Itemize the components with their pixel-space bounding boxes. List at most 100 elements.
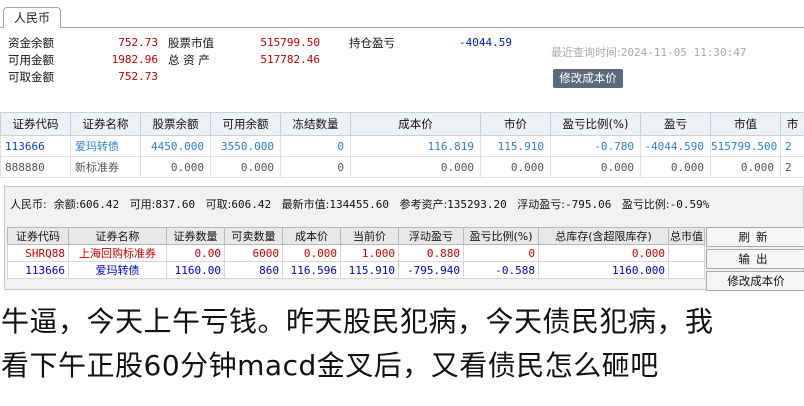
export-button[interactable]: 输出 <box>706 249 804 269</box>
cell: -795.940 <box>398 261 464 279</box>
cell: 860 <box>224 261 283 279</box>
cell: 6000 <box>224 244 283 262</box>
caption-line-2: 看下午正股60分钟macd金叉后，又看债民怎么砸吧 <box>1 349 659 382</box>
available-value: 837.60 <box>155 198 196 211</box>
positions-table: 证券代码 证券名称 股票余额 可用余额 冻结数量 成本价 市价 盈亏比例(%) … <box>0 112 804 178</box>
col-header[interactable]: 可卖数量 <box>224 227 283 245</box>
col-header[interactable]: 总库存(含超限库存) <box>538 227 669 245</box>
holdings-table: 证券代码 证券名称 证券数量 可卖数量 成本价 当前价 浮动盈亏 盈亏比例(%)… <box>7 227 705 279</box>
balance-label: 余额: <box>53 198 80 211</box>
cell: SHRQ88 <box>7 244 69 262</box>
col-header[interactable]: 盈亏 <box>640 112 711 136</box>
col-header[interactable]: 证券代码 <box>0 112 71 136</box>
query-time-value: 2024-11-05 11:30:47 <box>620 46 747 59</box>
float-pl-value: -795.06 <box>565 198 612 211</box>
cell: 0.000 <box>538 244 669 262</box>
cell: -0.588 <box>463 261 539 279</box>
withdrawable-label: 可取: <box>205 198 232 211</box>
pl-ratio-label: 盈亏比例: <box>621 198 670 211</box>
ref-assets-label: 参考资产: <box>399 198 448 211</box>
cell: 3550.000 <box>210 135 281 157</box>
cell: 0.000 <box>210 156 281 178</box>
currency-tab-strip: 人民币 <box>0 0 804 28</box>
cell: 116.596 <box>282 261 341 279</box>
latest-mv-label: 最新市值: <box>281 198 330 211</box>
cell: 0.880 <box>398 244 464 262</box>
cell: 1160.00 <box>166 261 225 279</box>
col-header[interactable]: 总市值 <box>668 227 705 245</box>
withdrawable-label: 可取金额 <box>8 70 54 84</box>
cell: 4450.000 <box>140 135 211 157</box>
col-header[interactable]: 市值 <box>710 112 781 136</box>
table-row[interactable]: 113666 爱玛转债 4450.000 3550.000 0 116.819 … <box>0 135 804 157</box>
available-label: 可用: <box>129 198 156 211</box>
modify-cost-button-2[interactable]: 修改成本价 <box>706 271 804 291</box>
positions-header-row: 证券代码 证券名称 股票余额 可用余额 冻结数量 成本价 市价 盈亏比例(%) … <box>0 112 804 136</box>
cell: 0 <box>280 156 351 178</box>
cell: 888880 <box>0 156 71 178</box>
position-pl-value: -4044.59 <box>459 36 512 49</box>
cell <box>668 244 705 262</box>
side-button-column: 刷新 输出 修改成本价 <box>706 227 804 293</box>
cell: 0.000 <box>140 156 211 178</box>
col-header[interactable]: 成本价 <box>350 112 481 136</box>
table-row[interactable]: 113666 爱玛转债 1160.00 860 116.596 115.910 … <box>7 261 705 279</box>
col-header[interactable]: 盈亏比例(%) <box>550 112 641 136</box>
cell: 0.000 <box>282 244 341 262</box>
last-query-time: 最近查询时间:2024-11-05 11:30:47 <box>551 44 747 60</box>
col-header[interactable]: 市价 <box>480 112 551 136</box>
cell: 0.000 <box>350 156 481 178</box>
available-value: 1982.96 <box>111 53 158 66</box>
col-header[interactable]: 证券名称 <box>68 227 167 245</box>
col-header[interactable]: 盈亏比例(%) <box>463 227 539 245</box>
table-row[interactable]: SHRQ88 上海回购标准券 0.00 6000 0.000 1.000 0.8… <box>7 244 705 262</box>
cell: 上海回购标准券 <box>68 244 167 262</box>
pl-ratio-value: -0.59% <box>669 198 710 211</box>
cell: -4044.590 <box>640 135 711 157</box>
cell: 0 <box>463 244 539 262</box>
account-summary: 资金余额 752.73 可用金额 1982.96 可取金额 752.73 股票市… <box>0 28 804 112</box>
table-row[interactable]: 888880 新标准券 0.000 0.000 0 0.000 0.000 0.… <box>0 156 804 178</box>
fund-balance-value: 752.73 <box>118 36 158 49</box>
refresh-button[interactable]: 刷新 <box>706 227 804 247</box>
col-header[interactable]: 市 <box>780 112 804 136</box>
total-assets-label: 总 资 产 <box>168 53 210 67</box>
cell: 0 <box>280 135 351 157</box>
cell: -0.780 <box>550 135 641 157</box>
balance-value: 606.42 <box>79 198 120 211</box>
cell: 0.000 <box>640 156 711 178</box>
cell: 0.000 <box>480 156 551 178</box>
col-header[interactable]: 浮动盈亏 <box>398 227 464 245</box>
cell: 113666 <box>7 261 69 279</box>
ref-assets-value: 135293.20 <box>447 198 507 211</box>
cell: 113666 <box>0 135 71 157</box>
fund-balance-label: 资金余额 <box>8 36 54 50</box>
col-header[interactable]: 可用余额 <box>210 112 281 136</box>
col-header[interactable]: 证券代码 <box>7 227 69 245</box>
broker-panel: 人民币: 余额:606.42 可用:837.60 可取:606.42 最新市值:… <box>4 186 804 293</box>
cell: 1.000 <box>340 244 399 262</box>
col-header[interactable]: 冻结数量 <box>280 112 351 136</box>
holdings-header-row: 证券代码 证券名称 证券数量 可卖数量 成本价 当前价 浮动盈亏 盈亏比例(%)… <box>7 227 705 245</box>
modify-cost-button[interactable]: 修改成本价 <box>553 69 623 88</box>
col-header[interactable]: 证券数量 <box>166 227 225 245</box>
cell: 0.000 <box>710 156 781 178</box>
col-header[interactable]: 当前价 <box>340 227 399 245</box>
asset-summary-line: 人民币: 余额:606.42 可用:837.60 可取:606.42 最新市值:… <box>10 196 709 212</box>
market-value-value: 515799.50 <box>260 36 320 49</box>
col-header[interactable]: 证券名称 <box>70 112 141 136</box>
caption-text: 牛逼，今天上午亏钱。昨天股民犯病，今天债民犯病，我 看下午正股60分钟macd金… <box>1 300 804 388</box>
cell: 新标准券 <box>70 156 141 178</box>
cell: 爱玛转债 <box>70 135 141 157</box>
cell: 2 <box>780 156 804 178</box>
cell: 115.910 <box>480 135 551 157</box>
latest-mv-value: 134455.60 <box>329 198 389 211</box>
total-assets-value: 517782.46 <box>260 53 320 66</box>
col-header[interactable]: 成本价 <box>282 227 341 245</box>
cell: 116.819 <box>350 135 481 157</box>
tab-rmb[interactable]: 人民币 <box>3 7 61 28</box>
available-label: 可用金额 <box>8 53 54 67</box>
withdrawable-value: 752.73 <box>118 70 158 83</box>
cell: 爱玛转债 <box>68 261 167 279</box>
col-header[interactable]: 股票余额 <box>140 112 211 136</box>
